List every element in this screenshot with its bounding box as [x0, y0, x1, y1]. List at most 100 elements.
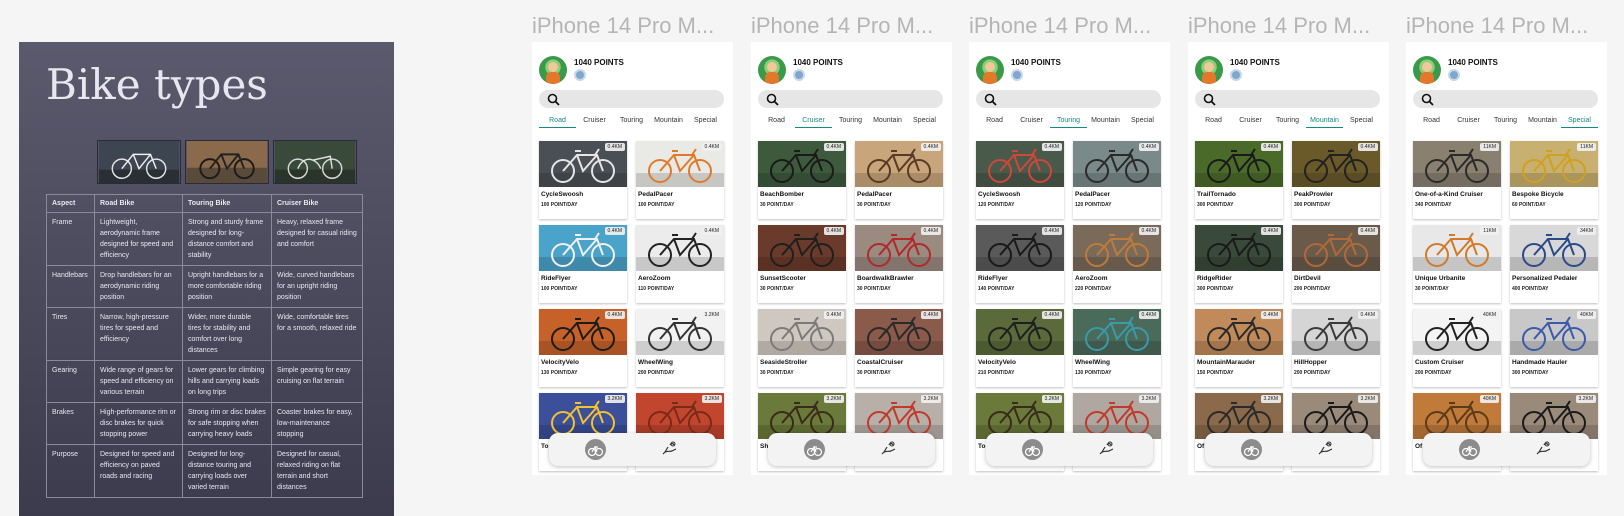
road-bike-photo — [97, 140, 181, 184]
hand-bike-icon[interactable] — [880, 440, 898, 458]
bike-card[interactable]: 0.4KM RidgeRider 300 POINT/DAY — [1195, 225, 1283, 303]
bike-card[interactable]: 0.4KM VelocityVelo 130 POINT/DAY — [539, 309, 627, 387]
tab-touring[interactable]: Touring — [1269, 117, 1306, 127]
distance-badge: 3.2KM — [701, 311, 722, 319]
tab-mountain[interactable]: Mountain — [1087, 117, 1124, 127]
avatar[interactable] — [758, 56, 786, 84]
bike-card[interactable]: 0.4KM HillHopper 200 POINT/DAY — [1292, 309, 1380, 387]
bike-nav-icon[interactable] — [804, 439, 825, 460]
bike-card[interactable]: 0.4KM PedalPacer 100 POINT/DAY — [636, 141, 724, 219]
tab-special[interactable]: Special — [1343, 117, 1380, 127]
table-cell: Wide range of gears for speed and effici… — [94, 360, 183, 403]
bottom-nav — [1423, 433, 1590, 466]
bike-rate: 30 POINT/DAY — [857, 286, 891, 292]
bike-card[interactable]: 11KM One-of-a-Kind Cruiser 340 POINT/DAY — [1413, 141, 1501, 219]
frame-label[interactable]: iPhone 14 Pro M... — [1188, 13, 1389, 39]
bike-card[interactable]: 0.4KM BeachBomber 30 POINT/DAY — [758, 141, 846, 219]
bike-nav-icon[interactable] — [1459, 439, 1480, 460]
bike-name: VelocityVelo — [541, 359, 579, 366]
search-input[interactable] — [539, 90, 724, 108]
bike-card[interactable]: 0.4KM PedalPacer 120 POINT/DAY — [1073, 141, 1161, 219]
bike-name: One-of-a-Kind Cruiser — [1415, 191, 1483, 198]
bike-name: HillHopper — [1294, 359, 1327, 366]
tab-special[interactable]: Special — [687, 117, 724, 127]
bike-card[interactable]: 0.4KM VelocityVelo 210 POINT/DAY — [976, 309, 1064, 387]
bike-card[interactable]: 0.4KM AeroZoom 110 POINT/DAY — [636, 225, 724, 303]
bike-nav-icon[interactable] — [1241, 439, 1262, 460]
tab-touring[interactable]: Touring — [832, 117, 869, 127]
tab-road[interactable]: Road — [758, 117, 795, 127]
search-input[interactable] — [1195, 90, 1380, 108]
avatar[interactable] — [1413, 56, 1441, 84]
bike-card[interactable]: 0.4KM SeasideStroller 30 POINT/DAY — [758, 309, 846, 387]
tab-cruiser[interactable]: Cruiser — [1232, 117, 1269, 127]
tab-cruiser[interactable]: Cruiser — [1450, 117, 1487, 127]
bike-card[interactable]: 0.4KM PeakProwler 300 POINT/DAY — [1292, 141, 1380, 219]
bike-card[interactable]: 0.4KM RideFlyer 140 POINT/DAY — [976, 225, 1064, 303]
frame-label[interactable]: iPhone 14 Pro M... — [1406, 13, 1607, 39]
bike-card[interactable]: 3.2KM WheelWing 200 POINT/DAY — [636, 309, 724, 387]
tab-touring[interactable]: Touring — [1050, 117, 1087, 128]
frame-label[interactable]: iPhone 14 Pro M... — [532, 13, 733, 39]
phone-frame: iPhone 14 Pro M... 1040 POINTS Road Cruiser… — [1188, 0, 1389, 516]
tab-mountain[interactable]: Mountain — [1524, 117, 1561, 127]
tab-special[interactable]: Special — [1561, 117, 1598, 128]
tab-mountain[interactable]: Mountain — [650, 117, 687, 127]
distance-badge: 3.2KM — [1357, 395, 1378, 403]
tab-road[interactable]: Road — [539, 117, 576, 128]
hand-bike-icon[interactable] — [1098, 440, 1116, 458]
tab-special[interactable]: Special — [1124, 117, 1161, 127]
bike-card[interactable]: 0.4KM AeroZoom 220 POINT/DAY — [1073, 225, 1161, 303]
frame-label[interactable]: iPhone 14 Pro M... — [969, 13, 1170, 39]
tab-cruiser[interactable]: Cruiser — [795, 117, 832, 128]
tab-mountain[interactable]: Mountain — [869, 117, 906, 127]
avatar[interactable] — [976, 56, 1004, 84]
search-input[interactable] — [758, 90, 943, 108]
avatar[interactable] — [539, 56, 567, 84]
hand-bike-icon[interactable] — [1535, 440, 1553, 458]
bike-card[interactable]: 0.4KM CoastalCruiser 30 POINT/DAY — [855, 309, 943, 387]
bike-name: Of — [1415, 443, 1423, 450]
bike-card[interactable]: 0.4KM CycleSwoosh 120 POINT/DAY — [976, 141, 1064, 219]
tab-mountain[interactable]: Mountain — [1306, 117, 1343, 128]
avatar[interactable] — [1195, 56, 1223, 84]
bike-nav-icon[interactable] — [585, 439, 606, 460]
tab-cruiser[interactable]: Cruiser — [1013, 117, 1050, 127]
hand-bike-icon[interactable] — [1317, 440, 1335, 458]
bike-card[interactable]: 34KM Personalized Pedaler 400 POINT/DAY — [1510, 225, 1598, 303]
frame-label[interactable]: iPhone 14 Pro M... — [751, 13, 952, 39]
tab-touring[interactable]: Touring — [1487, 117, 1524, 127]
search-input[interactable] — [1413, 90, 1598, 108]
points-label: 1040 POINTS — [1448, 58, 1498, 67]
bike-grid: 11KM One-of-a-Kind Cruiser 340 POINT/DAY 11… — [1413, 141, 1603, 475]
bike-rate: 140 POINT/DAY — [978, 286, 1015, 292]
search-input[interactable] — [976, 90, 1161, 108]
bike-name: To — [541, 443, 549, 450]
bike-card[interactable]: 0.4KM CycleSwoosh 100 POINT/DAY — [539, 141, 627, 219]
tab-road[interactable]: Road — [976, 117, 1013, 127]
bike-name: CoastalCruiser — [857, 359, 904, 366]
bike-card[interactable]: 0.4KM MountainMarauder 150 POINT/DAY — [1195, 309, 1283, 387]
bike-rate: 120 POINT/DAY — [1075, 202, 1112, 208]
tab-road[interactable]: Road — [1413, 117, 1450, 127]
bike-card[interactable]: 0.4KM RideFlyer 100 POINT/DAY — [539, 225, 627, 303]
bike-card[interactable]: 0.4KM DirtDevil 200 POINT/DAY — [1292, 225, 1380, 303]
bike-nav-icon[interactable] — [1022, 439, 1043, 460]
bike-card[interactable]: 11KM Bespoke Bicycle 60 POINT/DAY — [1510, 141, 1598, 219]
bike-card[interactable]: 0.4KM BoardwalkBrawler 30 POINT/DAY — [855, 225, 943, 303]
bike-card[interactable]: 0.4KM PedalPacer 30 POINT/DAY — [855, 141, 943, 219]
table-header: Touring Bike — [182, 194, 272, 213]
tab-cruiser[interactable]: Cruiser — [576, 117, 613, 127]
bike-card[interactable]: 0.4KM TrailTornado 300 POINT/DAY — [1195, 141, 1283, 219]
tab-road[interactable]: Road — [1195, 117, 1232, 127]
bike-card[interactable]: 40KM Custom Cruiser 200 POINT/DAY — [1413, 309, 1501, 387]
bike-card[interactable]: 0.4KM WheelWing 130 POINT/DAY — [1073, 309, 1161, 387]
hand-bike-icon[interactable] — [661, 440, 679, 458]
bike-card[interactable]: 11KM Unique Urbanite 30 POINT/DAY — [1413, 225, 1501, 303]
bike-rate: 300 POINT/DAY — [1197, 286, 1234, 292]
bike-name: PeakProwler — [1294, 191, 1334, 198]
tab-special[interactable]: Special — [906, 117, 943, 127]
bike-card[interactable]: 40KM Handmade Hauler 300 POINT/DAY — [1510, 309, 1598, 387]
bike-card[interactable]: 0.4KM SunsetScooter 30 POINT/DAY — [758, 225, 846, 303]
tab-touring[interactable]: Touring — [613, 117, 650, 127]
